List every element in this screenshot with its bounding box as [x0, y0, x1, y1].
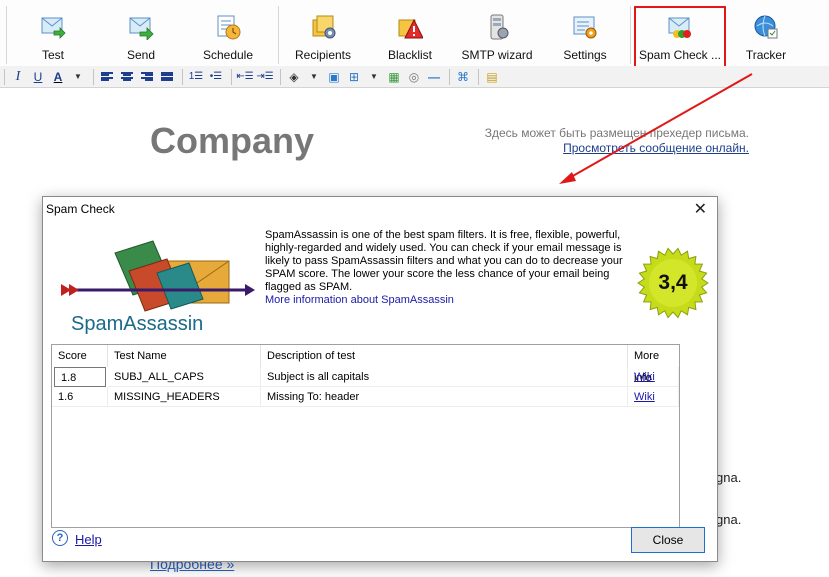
help-icon[interactable]: ? [52, 530, 68, 546]
more-info-cell: Wiki [628, 367, 679, 387]
dialog-titlebar[interactable]: Spam Check ✕ [43, 197, 717, 221]
more-info-link[interactable]: More information about SpamAssassin [265, 294, 454, 306]
logo-wordmark: SpamAssassin [71, 313, 203, 335]
spam-check-dialog: Spam Check ✕ SpamAssassin SpamAssassin i… [42, 196, 718, 562]
column-header-score[interactable]: Score [52, 345, 108, 367]
close-button[interactable]: Close [631, 527, 705, 553]
table-row[interactable]: 1.8 SUBJ_ALL_CAPS Subject is all capital… [52, 367, 679, 387]
help-link[interactable]: Help [75, 532, 102, 547]
score-cell: 1.8 [54, 367, 106, 387]
description-text: SpamAssassin is one of the best spam fil… [265, 229, 623, 293]
close-icon[interactable]: ✕ [694, 199, 707, 219]
score-cell: 1.6 [52, 387, 108, 407]
column-header-test-name[interactable]: Test Name [108, 345, 261, 367]
test-name-cell: MISSING_HEADERS [108, 387, 261, 407]
spamassassin-logo: SpamAssassin [61, 240, 255, 335]
wiki-link[interactable]: Wiki [634, 391, 655, 403]
description-cell: Missing To: header [261, 387, 628, 407]
column-header-description[interactable]: Description of test [261, 345, 628, 367]
spamassassin-description: SpamAssassin is one of the best spam fil… [265, 229, 633, 307]
results-table: Score Test Name Description of test More… [51, 344, 680, 528]
description-cell: Subject is all capitals [261, 367, 628, 387]
column-header-more-info[interactable]: More info [628, 345, 679, 384]
dialog-title: Spam Check [46, 202, 115, 216]
wiki-link[interactable]: Wiki [634, 371, 655, 383]
more-info-cell: Wiki [628, 387, 679, 407]
test-name-cell: SUBJ_ALL_CAPS [108, 367, 261, 387]
table-row[interactable]: 1.6 MISSING_HEADERS Missing To: header W… [52, 387, 679, 407]
dialog-body: SpamAssassin SpamAssassin is one of the … [43, 221, 717, 561]
score-badge: 3,4 [658, 271, 688, 294]
